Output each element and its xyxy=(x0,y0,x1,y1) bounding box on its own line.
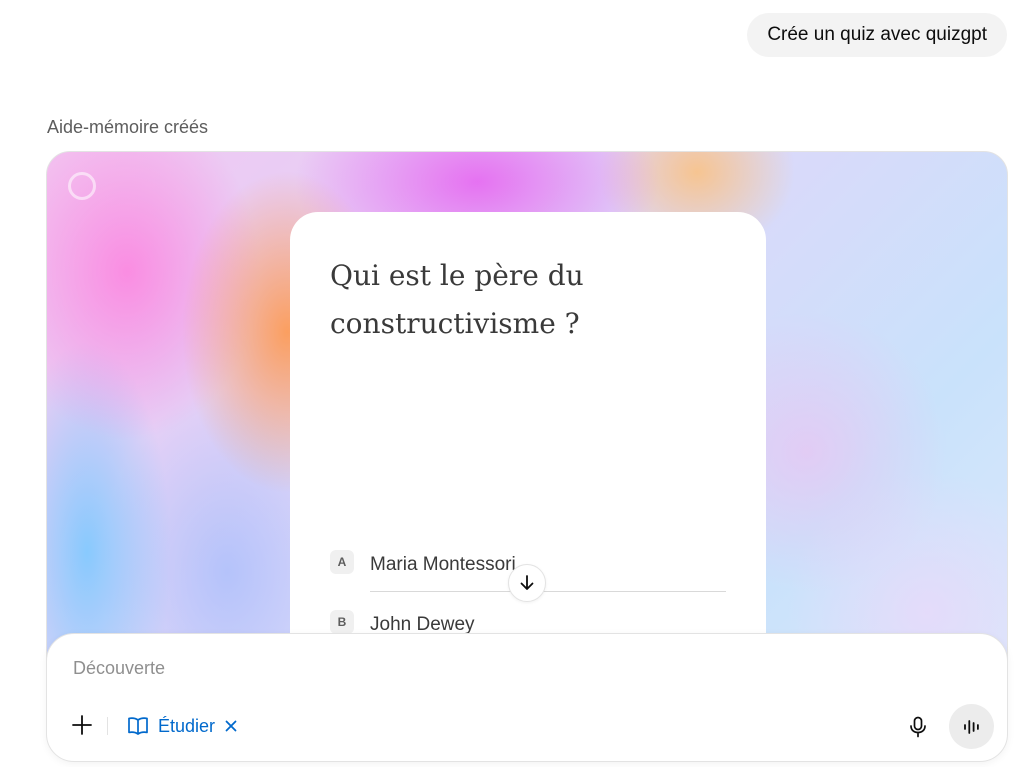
open-book-icon xyxy=(127,716,149,736)
answer-letter-badge: B xyxy=(330,610,354,634)
add-attachment-button[interactable] xyxy=(67,710,97,740)
dictate-button[interactable] xyxy=(903,712,933,742)
scroll-down-button[interactable] xyxy=(508,564,546,602)
answer-letter-badge: A xyxy=(330,550,354,574)
arrow-down-icon xyxy=(520,575,534,590)
flashcard-canvas: Qui est le père du constructivisme ? A M… xyxy=(46,151,1008,711)
user-message-bubble: Crée un quiz avec quizgpt xyxy=(747,13,1007,57)
message-input[interactable] xyxy=(73,658,873,679)
toolbar-divider xyxy=(107,717,108,735)
message-composer: Étudier xyxy=(46,633,1008,762)
loading-spinner-icon xyxy=(68,172,96,200)
answer-divider xyxy=(370,591,726,592)
chat-page: Crée un quiz avec quizgpt Aide-mémoire c… xyxy=(0,0,1036,767)
study-tool-label: Étudier xyxy=(158,715,216,736)
quiz-question: Qui est le père du constructivisme ? xyxy=(330,259,584,340)
flashcards-section-label: Aide-mémoire créés xyxy=(47,117,209,137)
voice-mode-button[interactable] xyxy=(949,704,994,749)
study-tool-chip[interactable]: Étudier xyxy=(127,712,237,740)
plus-icon xyxy=(72,715,92,735)
user-message-text: Crée un quiz avec quizgpt xyxy=(767,24,987,45)
voice-waveform-icon xyxy=(963,719,979,734)
answer-text: Maria Montessori xyxy=(370,554,516,575)
microphone-icon xyxy=(910,716,926,738)
close-icon[interactable] xyxy=(225,720,237,732)
